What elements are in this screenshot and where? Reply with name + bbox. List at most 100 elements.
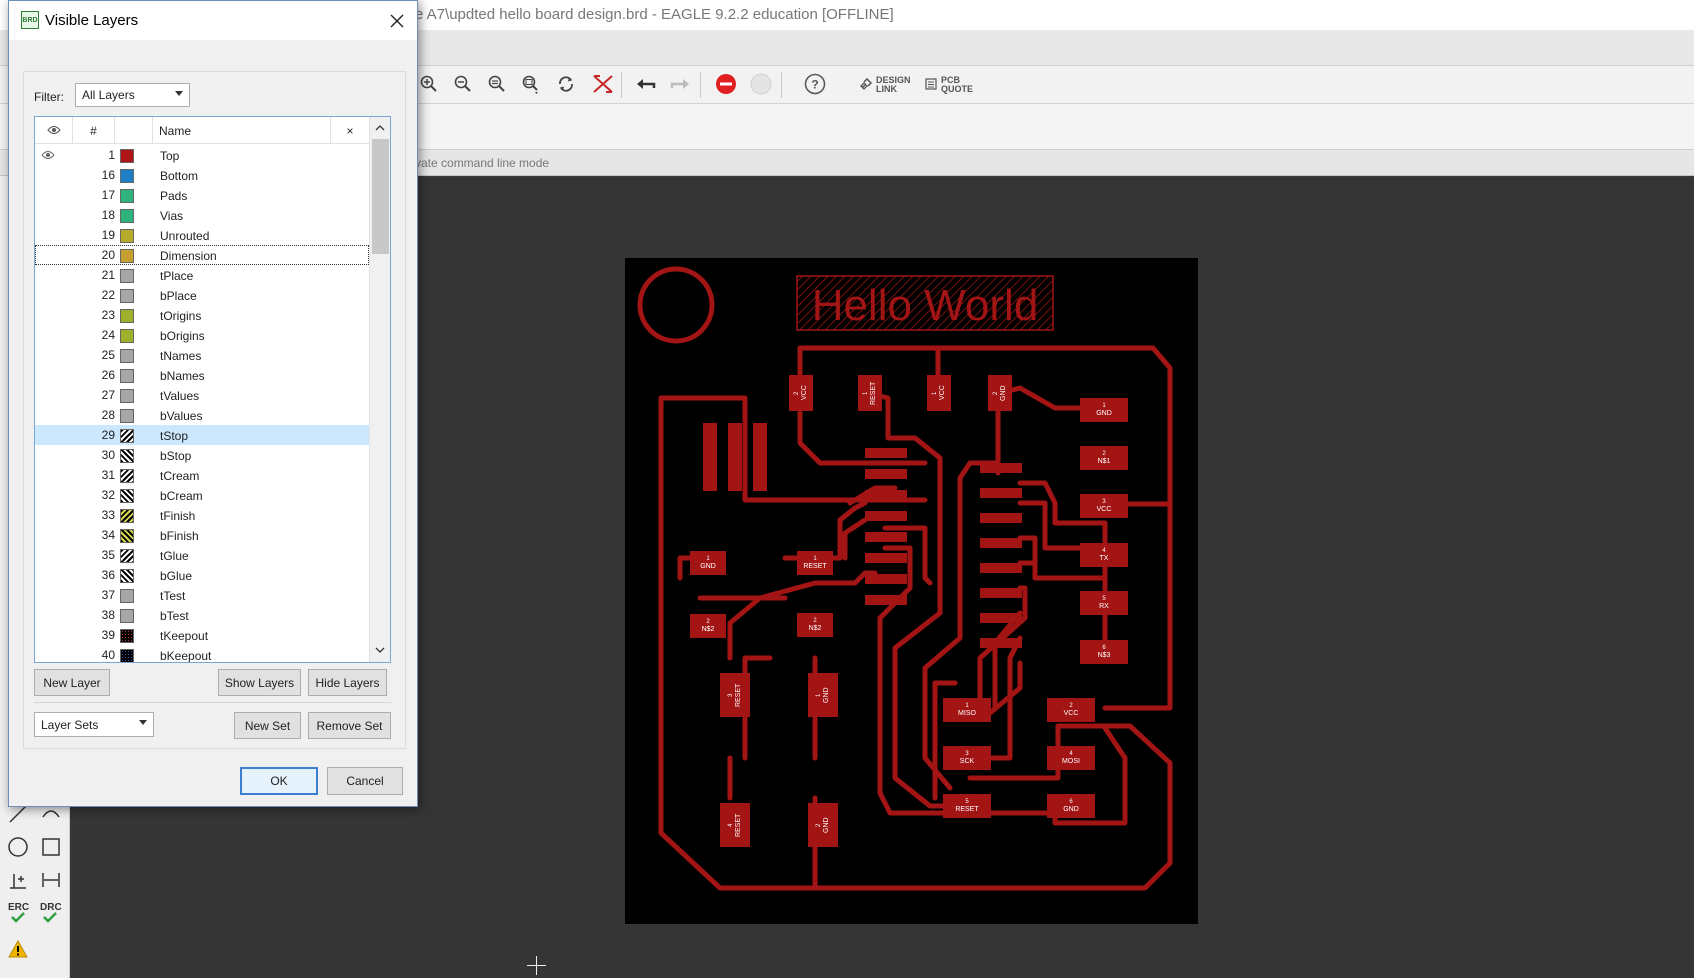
layer-color-swatch[interactable] [120,589,134,603]
eye-icon[interactable] [41,529,55,540]
layer-row[interactable]: 24 bOrigins [35,325,369,345]
filter-dropdown[interactable]: All Layers [75,83,190,107]
layer-row[interactable]: 17 Pads [35,185,369,205]
layer-color-swatch[interactable] [120,189,134,203]
layer-row[interactable]: 31 tCream [35,465,369,485]
layer-color-swatch[interactable] [120,609,134,623]
pad-gnd-2-top[interactable]: 2 GND [988,375,1012,411]
eye-icon[interactable] [41,649,55,660]
eye-icon[interactable] [41,149,55,160]
eye-icon[interactable] [41,629,55,640]
eye-icon[interactable] [41,389,55,400]
zoom-select-icon[interactable] [518,71,544,97]
cancel-button[interactable]: Cancel [327,767,403,795]
pad-isp-reset[interactable]: 5 RESET [943,794,991,818]
layers-list[interactable]: # Name × 1 Top 16 Bottom 17 Pads 18 Vias 19 Unrou… [34,116,391,663]
pad-vcc-1[interactable]: 1 VCC [927,375,951,411]
zoom-out-icon[interactable] [450,71,476,97]
eye-icon[interactable] [41,409,55,420]
layer-color-swatch[interactable] [120,369,134,383]
layer-row[interactable]: 28 bValues [35,405,369,425]
layer-row[interactable]: 25 tNames [35,345,369,365]
eye-icon[interactable] [41,289,55,300]
layer-color-swatch[interactable] [120,549,134,563]
layer-color-swatch[interactable] [120,629,134,643]
eye-icon[interactable] [41,429,55,440]
scrollbar-thumb[interactable] [372,139,389,254]
mark-tool-icon[interactable] [4,866,32,894]
pad-switch-reset-4[interactable]: 4 RESET [720,803,750,847]
layer-row[interactable]: 33 tFinish [35,505,369,525]
stop-icon[interactable] [713,71,739,97]
eye-icon[interactable] [41,449,55,460]
pad-isp-vcc[interactable]: 2 VCC [1047,698,1095,722]
pad-reset-1[interactable]: 1 RESET [858,375,882,411]
layer-color-swatch[interactable] [120,449,134,463]
layer-color-swatch[interactable] [120,169,134,183]
layer-color-swatch[interactable] [120,229,134,243]
pad-ftdi-5[interactable]: 5 RX [1080,591,1128,615]
pcb-quote-button[interactable]: PCB QUOTE [925,76,973,94]
layer-row[interactable]: 27 tValues [35,385,369,405]
layer-color-swatch[interactable] [120,289,134,303]
layer-color-swatch[interactable] [120,489,134,503]
layer-color-swatch[interactable] [120,429,134,443]
layer-color-swatch[interactable] [120,529,134,543]
warning-icon[interactable] [4,935,32,963]
column-header-name[interactable]: Name [153,117,331,144]
layer-color-swatch[interactable] [120,249,134,263]
layer-color-swatch[interactable] [120,509,134,523]
dimension-tool-icon[interactable] [37,866,65,894]
eye-icon[interactable] [41,189,55,200]
eye-icon[interactable] [41,229,55,240]
layer-row[interactable]: 22 bPlace [35,285,369,305]
pad-res-n2[interactable]: 2 N$2 [797,613,833,637]
eye-icon[interactable] [41,569,55,580]
layer-row[interactable]: 19 Unrouted [35,225,369,245]
layer-row[interactable]: 36 bGlue [35,565,369,585]
layer-row[interactable]: 40 bKeepout [35,645,369,662]
layer-sets-dropdown[interactable]: Layer Sets [34,712,154,737]
layer-row[interactable]: 32 bCream [35,485,369,505]
remove-set-button[interactable]: Remove Set [308,712,391,739]
help-icon[interactable]: ? [802,71,828,97]
ratsnest-icon[interactable] [590,71,616,97]
show-layers-button[interactable]: Show Layers [218,669,301,696]
layer-color-swatch[interactable] [120,409,134,423]
close-icon[interactable] [385,9,409,33]
layer-row[interactable]: 39 tKeepout [35,625,369,645]
layer-color-swatch[interactable] [120,389,134,403]
go-icon[interactable] [748,71,774,97]
pad-isp-miso[interactable]: 1 MISO [943,698,991,722]
chevron-down-icon[interactable] [373,643,387,657]
eye-icon[interactable] [41,309,55,320]
design-link-button[interactable]: DESIGN LINK [860,76,911,94]
layer-color-swatch[interactable] [120,269,134,283]
eye-icon[interactable] [41,169,55,180]
pad-cap-n2[interactable]: 2 N$2 [690,614,726,638]
column-header-visible[interactable] [35,117,73,144]
eye-icon[interactable] [41,329,55,340]
pad-res-reset[interactable]: 1 RESET [797,551,833,575]
pad-switch-gnd-2[interactable]: 2 GND [808,803,838,847]
zoom-in-icon[interactable] [416,71,442,97]
pad-cap-gnd[interactable]: 1 GND [690,551,726,575]
rectangle-tool-icon[interactable] [37,833,65,861]
eye-icon[interactable] [41,349,55,360]
hide-layers-button[interactable]: Hide Layers [308,669,387,696]
pad-isp-mosi[interactable]: 4 MOSI [1047,746,1095,770]
chevron-up-icon[interactable] [373,121,387,135]
layer-row[interactable]: 16 Bottom [35,165,369,185]
layer-row[interactable]: 38 bTest [35,605,369,625]
redraw-icon[interactable] [553,71,579,97]
eye-icon[interactable] [41,469,55,480]
layer-color-swatch[interactable] [120,209,134,223]
eye-icon[interactable] [41,609,55,620]
redo-icon[interactable] [667,71,693,97]
layer-color-swatch[interactable] [120,329,134,343]
column-header-number[interactable]: # [73,117,115,144]
pad-isp-gnd[interactable]: 6 GND [1047,794,1095,818]
layers-scrollbar[interactable] [369,117,390,662]
layer-color-swatch[interactable] [120,649,134,662]
eye-icon[interactable] [41,509,55,520]
